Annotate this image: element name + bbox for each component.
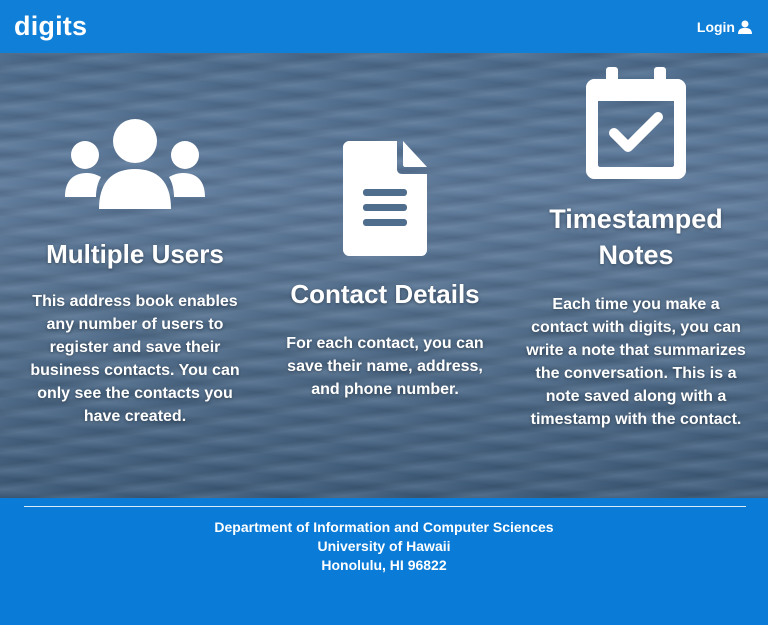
brand-logo[interactable]: digits [14, 11, 87, 42]
navbar: digits Login [0, 0, 768, 53]
calendar-check-icon [586, 67, 686, 179]
footer-department: Department of Information and Computer S… [214, 519, 554, 535]
feature-timestamped-notes: Timestamped Notes Each time you make a c… [522, 67, 750, 431]
footer-location: Honolulu, HI 96822 [321, 557, 447, 573]
feature-text: For each contact, you can save their nam… [286, 335, 484, 398]
feature-text: Each time you make a contact with digits… [526, 296, 746, 428]
feature-title: Multiple Users [46, 239, 224, 269]
feature-title: Contact Details [290, 279, 480, 309]
user-icon [738, 19, 752, 34]
feature-text: This address book enables any number of … [30, 293, 240, 425]
login-button[interactable]: Login [697, 19, 752, 35]
feature-title: Timestamped Notes [549, 204, 723, 270]
feature-multiple-users: Multiple Users This address book enables… [22, 119, 248, 428]
file-icon [343, 141, 427, 256]
users-icon [65, 119, 205, 209]
footer: Department of Information and Computer S… [0, 498, 768, 625]
login-label: Login [696, 18, 735, 35]
footer-address: Department of Information and Computer S… [0, 518, 768, 575]
feature-contact-details: Contact Details For each contact, you ca… [272, 141, 498, 401]
hero-section: Multiple Users This address book enables… [0, 53, 768, 498]
footer-university: University of Hawaii [317, 538, 451, 554]
footer-divider [24, 506, 746, 507]
